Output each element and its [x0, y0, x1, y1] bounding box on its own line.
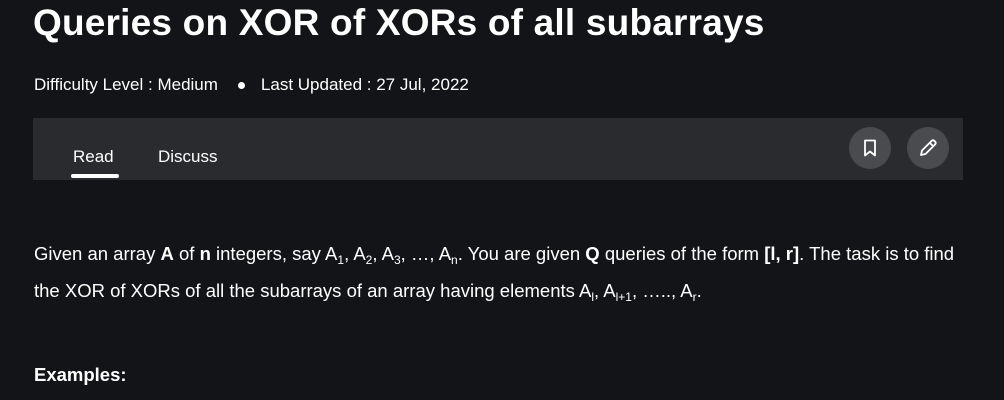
edit-button[interactable]: [907, 127, 949, 169]
article-page: Queries on XOR of XORs of all subarrays …: [0, 0, 1004, 400]
tab-read[interactable]: Read: [73, 146, 114, 168]
article-tabbar: Read Discuss: [33, 118, 963, 180]
text-span: . You are given: [457, 243, 586, 264]
bold-term: A: [160, 243, 174, 264]
examples-heading: Examples:: [34, 364, 127, 385]
article-meta: Difficulty Level : Medium Last Updated :…: [34, 73, 469, 97]
text-span: , …, A: [400, 243, 452, 264]
tab-discuss[interactable]: Discuss: [158, 146, 218, 168]
text-span: queries of the form: [599, 243, 765, 264]
bold-term: [l, r]: [764, 243, 800, 264]
difficulty-level: Difficulty Level : Medium: [34, 75, 218, 94]
bookmark-icon: [864, 139, 876, 157]
pencil-icon: [920, 139, 937, 156]
active-tab-indicator: [71, 174, 119, 178]
subscript: n: [451, 253, 458, 267]
text-span: , A: [372, 243, 394, 264]
text-span: Given an array: [34, 243, 161, 264]
bookmark-button[interactable]: [849, 127, 891, 169]
text-span: , A: [594, 280, 616, 301]
text-span: of: [173, 243, 200, 264]
bold-term: n: [199, 243, 211, 264]
bold-term: Q: [585, 243, 600, 264]
last-updated: Last Updated : 27 Jul, 2022: [260, 75, 469, 94]
subscript: l+1: [615, 290, 632, 304]
text-span: , ….., A: [631, 280, 693, 301]
text-span: , A: [344, 243, 366, 264]
text-span: integers, say A: [210, 243, 338, 264]
text-span: .: [696, 280, 702, 301]
subscript: 3: [393, 253, 401, 267]
separator-dot: [237, 81, 245, 89]
page-title: Queries on XOR of XORs of all subarrays: [33, 2, 765, 43]
problem-statement: Given an array A of n integers, say A1, …: [34, 235, 964, 309]
